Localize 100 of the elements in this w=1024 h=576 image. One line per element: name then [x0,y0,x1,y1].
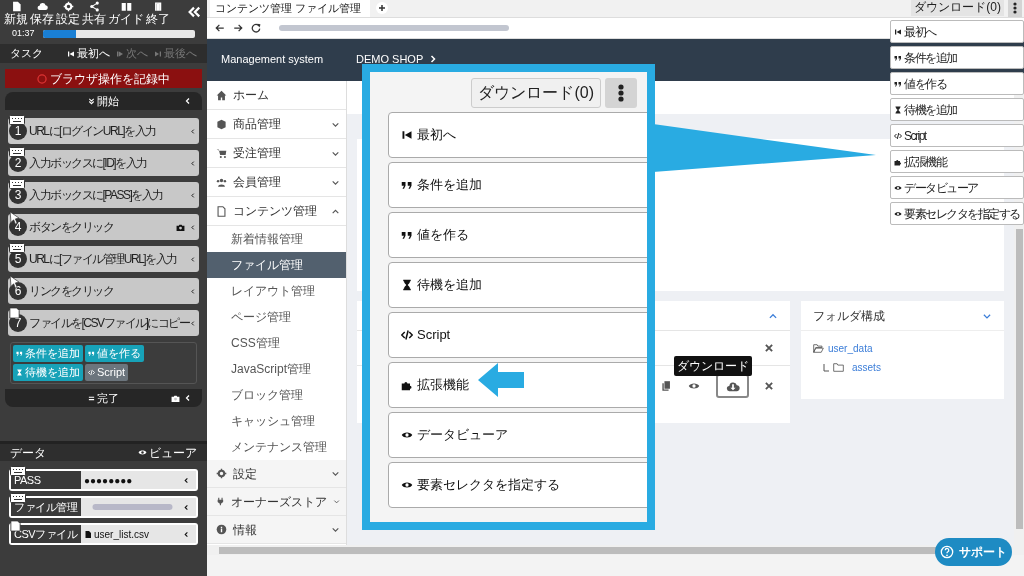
collapse-button[interactable] [187,5,201,19]
chevron-left-icon [190,287,196,295]
support-button[interactable]: サポート [935,538,1012,566]
copy-button[interactable] [661,380,672,392]
nav-subitem[interactable]: ファイル管理 [207,252,346,278]
step-card[interactable]: 2 入力ボックスに[ID]を入力 [8,150,199,176]
menu-item[interactable]: 値を作る [890,72,1024,95]
menu-item[interactable]: 最初へ [388,112,647,158]
back-button[interactable] [215,23,225,33]
close-button[interactable] [764,343,774,353]
download-button[interactable]: ダウンロード(0) [911,0,1004,16]
download-button[interactable]: ダウンロード(0) [471,78,601,108]
skip-start-icon [401,129,413,141]
keyboard-icon [10,466,26,476]
nav-subitem[interactable]: ブロック管理 [207,382,346,408]
kebab-icon [618,84,624,102]
puzzle-icon [401,379,413,391]
quote-icon [894,53,902,62]
info-icon [216,524,227,535]
play-icon [116,49,124,58]
step-card[interactable]: 4 ボタンをクリック [8,214,199,240]
data-row[interactable]: ファイル管理 [9,496,198,518]
bars-icon [88,394,95,402]
forward-button[interactable] [233,23,243,33]
forward-arrow-icon [233,23,243,33]
chevrons-down-icon [88,97,95,105]
puzzle-icon [894,157,902,166]
step-card[interactable]: 6 リンクをクリック [8,278,199,304]
data-value: ●●●●●●●● [84,473,134,488]
nav-subitem[interactable]: ページ管理 [207,304,346,330]
step-card[interactable]: 3 入力ボックスに[PASS]を入力 [8,182,199,208]
toolbar-button[interactable]: 設定 [56,1,80,25]
toolbar-button[interactable]: 保存 [30,1,54,25]
start-label: 開始 [88,92,119,110]
menu-item[interactable]: Script [388,312,647,358]
nav-item[interactable]: 情報 [207,516,346,544]
nav-item[interactable]: 設定 [207,460,346,488]
toolbar-button[interactable]: ガイド [108,1,144,25]
more-menu-button[interactable] [1008,0,1022,17]
nav-subitem[interactable]: 新着情報管理 [207,226,346,252]
data-value: user_list.csv [94,527,150,542]
users-icon [216,176,227,188]
nav-subitem[interactable]: メンテナンス管理 [207,434,346,460]
cart-icon [216,147,227,159]
browser-tab[interactable]: コンテンツ管理 ファイル管理 [210,0,370,17]
menu-item[interactable]: データビューア [388,412,647,458]
nav-item[interactable]: オーナーズストア [207,488,346,516]
action-button[interactable]: Script [85,364,129,381]
shop-link[interactable]: DEMO SHOP [356,53,438,65]
toolbar-button[interactable]: 終了 [146,1,170,25]
chevron-left-icon [190,191,196,199]
step-card[interactable]: 7 ファイルを[CSVファイル]にコピー [8,310,199,336]
eye-icon [894,209,902,218]
step-card[interactable]: 1 URLに[ログインURL]を入力 [8,118,199,144]
skip-start-icon [67,49,75,58]
chevron-left-icon [190,127,196,135]
tree-branch-icon [823,363,829,372]
viewer-button[interactable]: ビューア [138,443,197,462]
new-tab-button[interactable] [376,2,388,14]
menu-item[interactable]: Script [890,124,1024,147]
nav-subitem[interactable]: キャッシュ管理 [207,408,346,434]
plus-icon [378,4,386,12]
skip-end-icon [154,49,162,58]
nav-item[interactable]: ホーム [207,81,346,110]
menu-item[interactable]: 条件を追加 [388,162,647,208]
nav-subitem[interactable]: レイアウト管理 [207,278,346,304]
task-nav-button[interactable]: 最初へ [67,45,110,62]
nav-item[interactable]: 会員管理 [207,168,346,197]
toolbar-button[interactable]: 共有 [82,1,106,25]
step-label: URLに[ログインURL]を入力 [29,123,157,140]
keyboard-icon [9,115,25,125]
delete-button[interactable] [764,381,774,391]
menu-item[interactable]: 要素セレクタを指定する [890,202,1024,225]
menu-item[interactable]: 拡張機能 [890,150,1024,173]
data-row[interactable]: PASS ●●●●●●●● [9,469,198,491]
nav-subitem[interactable]: CSS管理 [207,330,346,356]
menu-item[interactable]: 最初へ [890,20,1024,43]
menu-item[interactable]: データビューア [890,176,1024,199]
nav-item[interactable]: コンテンツ管理 [207,197,346,226]
menu-item[interactable]: 待機を追加 [890,98,1024,121]
menu-item[interactable]: 拡張機能 [388,362,647,408]
kebab-icon [1013,2,1017,14]
reload-button[interactable] [251,23,261,33]
step-card[interactable]: 5 URLに[ファイル管理URL]を入力 [8,246,199,272]
nav-item[interactable]: 商品管理 [207,110,346,139]
nav-subitem[interactable]: JavaScript管理 [207,356,346,382]
menu-item[interactable]: 条件を追加 [890,46,1024,69]
back-arrow-icon [215,23,225,33]
nav-item[interactable]: 受注管理 [207,139,346,168]
app-brand: Management system [221,53,325,65]
menu-item[interactable]: 要素セレクタを指定する [388,462,647,508]
folder-link[interactable]: assets [852,360,881,375]
copy-icon [661,380,672,392]
folder-link[interactable]: user_data [828,341,873,356]
code-icon [894,131,902,140]
toolbar-button[interactable]: 新規 [4,1,28,25]
menu-item[interactable]: 値を作る [388,212,647,258]
menu-item[interactable]: 待機を追加 [388,262,647,308]
more-menu-button[interactable] [605,78,637,108]
close-icon [764,343,774,353]
